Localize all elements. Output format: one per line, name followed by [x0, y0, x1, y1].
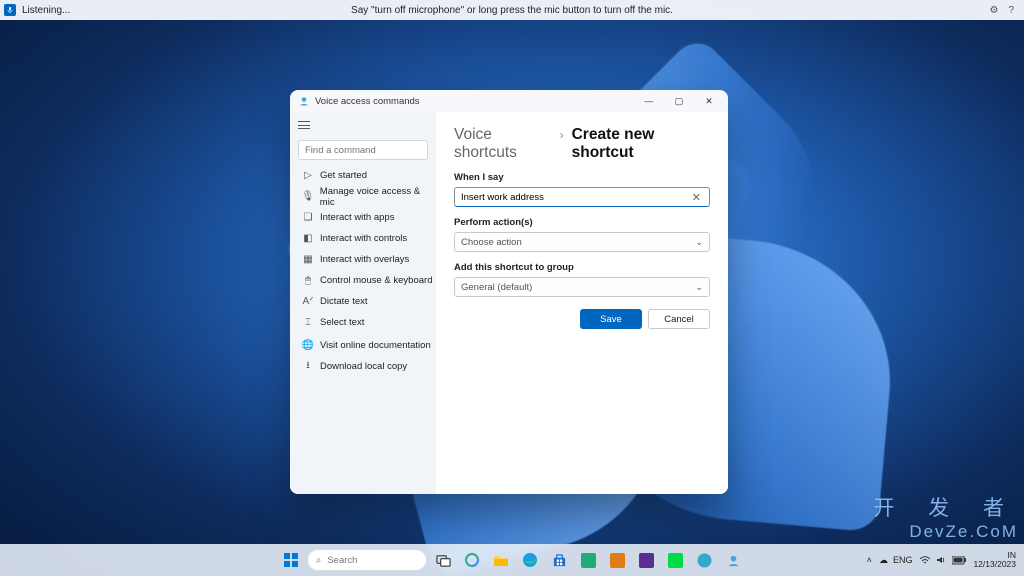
clear-icon[interactable]: ✕ — [690, 191, 703, 204]
voice-access-commands-window: Voice access commands — ▢ ✕ ⌕ ▷ Get start… — [290, 90, 728, 494]
nav-item-overlays[interactable]: ▦ Interact with overlays — [290, 249, 436, 270]
main-panel: Voice shortcuts › Create new shortcut Wh… — [436, 112, 728, 494]
volume-icon — [936, 555, 947, 565]
save-button[interactable]: Save — [580, 309, 642, 329]
taskbar: ⌕ Search ˄ ☁ ENG IN 12/13/2023 — [0, 544, 1024, 576]
voice-access-bar: Listening... Say "turn off microphone" o… — [0, 0, 1024, 20]
play-icon: ▷ — [300, 170, 316, 181]
dictate-icon: Aᐟ — [300, 296, 316, 307]
store-button[interactable] — [546, 547, 572, 573]
breadcrumb-parent[interactable]: Voice shortcuts — [454, 126, 552, 162]
chevron-down-icon: ⌄ — [695, 237, 703, 248]
onedrive-icon[interactable]: ☁ — [879, 555, 888, 566]
battery-icon — [952, 556, 966, 565]
nav-item-select[interactable]: ⌶ Select text — [290, 312, 436, 325]
explorer-button[interactable] — [488, 547, 514, 573]
nav-item-label: Download local copy — [320, 361, 407, 372]
voice-hint: Say "turn off microphone" or long press … — [351, 5, 673, 16]
nav-item-label: Control mouse & keyboard — [320, 275, 432, 286]
chevron-down-icon: ⌄ — [695, 282, 703, 293]
nav-item-download[interactable]: ⭳ Download local copy — [290, 356, 436, 377]
system-tray[interactable]: ☁ ENG — [879, 555, 913, 566]
nav-item-dictate[interactable]: Aᐟ Dictate text — [290, 291, 436, 312]
taskbar-date: 12/13/2023 — [973, 560, 1016, 569]
close-button[interactable]: ✕ — [694, 90, 724, 112]
nav-item-label: Interact with controls — [320, 233, 407, 244]
nav-item-globe[interactable]: 🌐 Visit online documentation — [290, 335, 436, 356]
copilot-button[interactable] — [459, 547, 485, 573]
nav-item-label: Interact with overlays — [320, 254, 409, 265]
group-value: General (default) — [461, 282, 695, 293]
minimize-button[interactable]: — — [634, 90, 664, 112]
app-icon — [298, 95, 310, 107]
perform-actions-label: Perform action(s) — [454, 217, 710, 228]
pinned-app-4[interactable] — [662, 547, 688, 573]
mic-button[interactable] — [4, 4, 16, 16]
choose-action-dropdown[interactable]: Choose action ⌄ — [454, 232, 710, 252]
when-i-say-label: When I say — [454, 172, 710, 183]
tray-chevron-icon[interactable]: ˄ — [867, 555, 872, 565]
mouse-icon: 🖱 — [300, 275, 316, 286]
nav-item-mic-gear[interactable]: 🎙 Manage voice access & mic — [290, 186, 436, 207]
nav-item-mouse[interactable]: 🖱 Control mouse & keyboard — [290, 270, 436, 291]
edge-button[interactable] — [517, 547, 543, 573]
when-i-say-field[interactable]: ✕ — [454, 187, 710, 207]
breadcrumb-current: Create new shortcut — [572, 126, 710, 162]
download-icon: ⭳ — [300, 358, 316, 375]
choose-action-placeholder: Choose action — [461, 237, 695, 248]
nav-item-label: Manage voice access & mic — [320, 186, 436, 208]
mic-icon — [6, 6, 14, 14]
pinned-app-5[interactable] — [691, 547, 717, 573]
language-indicator[interactable]: ENG — [893, 555, 913, 565]
voice-access-taskbar-icon[interactable] — [720, 547, 746, 573]
watermark: 开 发 者 DevZe.CoM — [873, 492, 1018, 542]
overlays-icon: ▦ — [300, 254, 316, 265]
mic-gear-icon: 🎙 — [300, 191, 316, 202]
taskbar-search-placeholder: Search — [327, 555, 357, 566]
nav-item-label: Visit online documentation — [320, 340, 431, 351]
nav-item-play[interactable]: ▷ Get started — [290, 165, 436, 186]
help-icon[interactable]: ? — [1008, 5, 1014, 16]
task-view-button[interactable] — [430, 547, 456, 573]
window-title: Voice access commands — [315, 96, 420, 107]
command-search[interactable]: ⌕ — [298, 140, 428, 160]
sidebar: ⌕ ▷ Get started 🎙 Manage voice access & mic… — [290, 112, 436, 494]
when-i-say-input[interactable] — [461, 192, 690, 203]
pinned-app-3[interactable] — [633, 547, 659, 573]
select-icon: ⌶ — [300, 317, 316, 325]
taskbar-clock[interactable]: IN 12/13/2023 — [973, 551, 1016, 569]
search-icon: ⌕ — [316, 555, 321, 566]
titlebar[interactable]: Voice access commands — ▢ ✕ — [290, 90, 728, 112]
apps-icon: ❑ — [300, 212, 316, 223]
settings-icon[interactable]: ⚙ — [989, 5, 998, 16]
hamburger-button[interactable] — [298, 116, 320, 134]
breadcrumb: Voice shortcuts › Create new shortcut — [454, 126, 710, 162]
start-button[interactable] — [278, 547, 304, 573]
globe-icon: 🌐 — [300, 340, 316, 351]
controls-icon: ◧ — [300, 233, 316, 244]
nav-item-label: Interact with apps — [320, 212, 394, 223]
cancel-button[interactable]: Cancel — [648, 309, 710, 329]
nav-item-label: Dictate text — [320, 296, 368, 307]
nav-item-apps[interactable]: ❑ Interact with apps — [290, 207, 436, 228]
network-sound-battery[interactable] — [919, 555, 966, 565]
chevron-right-icon: › — [560, 128, 564, 142]
wifi-icon — [919, 555, 931, 565]
pinned-app-2[interactable] — [604, 547, 630, 573]
nav-item-label: Get started — [320, 170, 367, 181]
pinned-app-1[interactable] — [575, 547, 601, 573]
search-input[interactable] — [305, 145, 437, 156]
taskbar-search[interactable]: ⌕ Search — [307, 549, 427, 571]
maximize-button[interactable]: ▢ — [664, 90, 694, 112]
nav-item-controls[interactable]: ◧ Interact with controls — [290, 228, 436, 249]
add-to-group-label: Add this shortcut to group — [454, 262, 710, 273]
voice-status: Listening... — [22, 5, 70, 16]
group-dropdown[interactable]: General (default) ⌄ — [454, 277, 710, 297]
nav-item-label: Select text — [320, 317, 364, 325]
